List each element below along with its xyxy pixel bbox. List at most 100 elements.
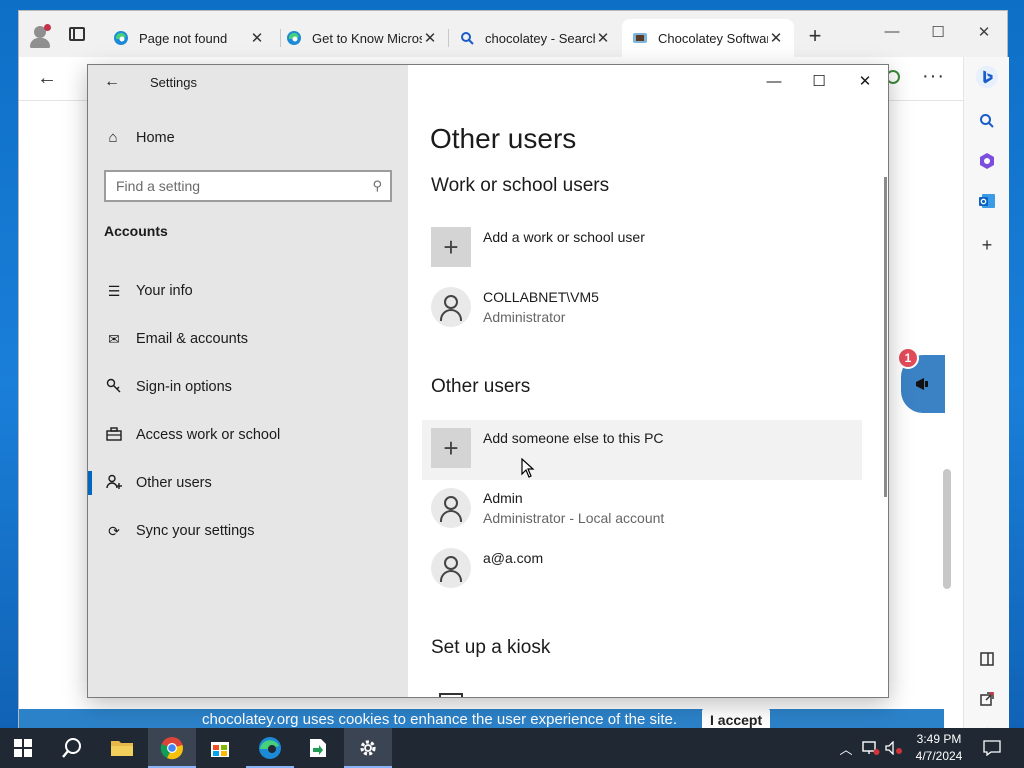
- user-avatar-icon: [431, 287, 471, 327]
- nav-label: Email & accounts: [136, 331, 249, 347]
- nav-other-users[interactable]: Other users: [88, 463, 408, 503]
- tab-get-to-know-microsoft[interactable]: Get to Know Microsoft ✕: [276, 19, 448, 57]
- nav-label: Access work or school: [136, 427, 281, 443]
- chocolatey-icon: [632, 30, 648, 46]
- page-title: Other users: [430, 123, 577, 154]
- close-icon[interactable]: ✕: [969, 23, 999, 41]
- profile-button[interactable]: [27, 23, 53, 49]
- tab-page-not-found[interactable]: Page not found ✕: [103, 19, 275, 57]
- home-link[interactable]: ⌂ Home: [104, 129, 175, 146]
- user-a-a-com[interactable]: a@a.com: [422, 540, 862, 600]
- nav-label: Other users: [136, 475, 212, 491]
- nav-label: Sign-in options: [136, 379, 232, 395]
- close-icon[interactable]: ✕: [847, 71, 883, 93]
- user-name: Admin: [483, 490, 523, 506]
- nav-your-info[interactable]: ☰ Your info: [88, 271, 408, 311]
- folder-icon[interactable]: [98, 728, 146, 768]
- clock-date: 4/7/2024: [915, 749, 963, 763]
- add-icon: +: [431, 428, 471, 468]
- megaphone-icon: [916, 378, 928, 390]
- add-someone-else-button[interactable]: + Add someone else to this PC: [422, 420, 862, 480]
- tab-chocolatey-software[interactable]: Chocolatey Software ✕: [622, 19, 794, 57]
- maximize-icon[interactable]: ☐: [801, 71, 837, 93]
- tab-actions-icon[interactable]: [69, 27, 85, 41]
- close-tab-icon[interactable]: ✕: [422, 29, 438, 47]
- key-icon: [104, 378, 124, 397]
- user-avatar-icon: [431, 548, 471, 588]
- split-screen-icon[interactable]: [975, 647, 999, 671]
- person-list-icon: ☰: [107, 282, 121, 299]
- close-tab-icon[interactable]: ✕: [595, 29, 611, 47]
- close-tab-icon[interactable]: ✕: [768, 29, 784, 47]
- nav-label: Your info: [136, 283, 193, 299]
- tab-title: chocolatey - Search: [485, 30, 595, 46]
- network-icon[interactable]: [860, 728, 882, 768]
- minimize-icon[interactable]: —: [877, 23, 907, 40]
- edge-icon[interactable]: [246, 728, 294, 768]
- add-icon: +: [431, 227, 471, 267]
- notification-center-icon[interactable]: [980, 728, 1004, 768]
- tab-title: Chocolatey Software: [658, 30, 768, 46]
- nav-sign-in-options[interactable]: Sign-in options: [88, 367, 408, 407]
- page-scrollbar-thumb[interactable]: [943, 469, 951, 589]
- minimize-icon[interactable]: —: [756, 71, 792, 93]
- add-work-school-label: Add a work or school user: [483, 229, 645, 245]
- work-school-heading: Work or school users: [431, 175, 610, 196]
- edge-sidebar: + ⚙: [963, 57, 1009, 745]
- briefcase-icon: [104, 426, 124, 444]
- other-users-heading: Other users: [431, 376, 531, 397]
- maximize-icon[interactable]: ☐: [923, 23, 953, 41]
- home-label: Home: [136, 129, 175, 146]
- settings-content-pane: — ☐ ✕ Other users Work or school users +…: [408, 65, 888, 697]
- open-external-icon[interactable]: [975, 687, 999, 711]
- search-input[interactable]: [106, 172, 356, 200]
- show-hidden-icons-chevron-icon[interactable]: ︿: [838, 728, 854, 768]
- notification-badge: 1: [897, 347, 919, 369]
- user-admin[interactable]: Admin Administrator - Local account: [422, 480, 862, 540]
- back-icon[interactable]: ←: [37, 67, 57, 90]
- settings-window: ← Settings ⌂ Home ⚲ Accounts ☰ Your info…: [87, 64, 889, 698]
- nav-sync-settings[interactable]: ⟳ Sync your settings: [88, 511, 408, 551]
- home-icon: ⌂: [108, 129, 118, 146]
- edge-icon: [286, 30, 302, 46]
- new-tab-button[interactable]: +: [804, 25, 826, 47]
- user-role: Administrator - Local account: [483, 510, 665, 526]
- add-person-icon: [104, 474, 124, 493]
- search-icon[interactable]: [975, 109, 999, 133]
- cookie-text: chocolatey.org uses cookies to enhance t…: [202, 711, 678, 728]
- selection-indicator: [88, 471, 92, 495]
- close-tab-icon[interactable]: ✕: [249, 29, 265, 47]
- windows-start-icon[interactable]: [14, 739, 32, 757]
- chrome-icon[interactable]: [148, 728, 196, 768]
- bing-copilot-icon[interactable]: [975, 65, 999, 89]
- collections-icon[interactable]: [975, 149, 999, 173]
- system-clock[interactable]: 3:49 PM 4/7/2024: [903, 731, 975, 765]
- store-icon[interactable]: [196, 728, 244, 768]
- tab-title: Get to Know Microsoft: [312, 30, 422, 46]
- mouse-cursor-icon: [521, 458, 535, 478]
- nav-email-accounts[interactable]: ✉ Email & accounts: [88, 319, 408, 359]
- gear-icon[interactable]: [344, 728, 392, 768]
- window-title: Settings: [150, 75, 197, 90]
- tab-title: Page not found: [139, 30, 228, 46]
- search-icon: ⚲: [372, 178, 382, 193]
- tab-chocolatey-search[interactable]: chocolatey - Search ✕: [449, 19, 621, 57]
- taskbar: ︿ 3:49 PM 4/7/2024: [0, 728, 1024, 768]
- more-options-icon[interactable]: ···: [922, 65, 945, 88]
- settings-scrollbar[interactable]: [884, 177, 887, 497]
- user-name: a@a.com: [483, 550, 544, 566]
- section-heading: Accounts: [104, 223, 168, 239]
- volume-muted-icon[interactable]: [884, 728, 904, 768]
- user-collabnet-vm5[interactable]: COLLABNET\VM5 Administrator: [422, 279, 862, 339]
- back-icon[interactable]: ←: [104, 73, 120, 91]
- outlook-icon[interactable]: [975, 189, 999, 213]
- taskbar-search-icon[interactable]: [48, 728, 96, 768]
- clock-time: 3:49 PM: [916, 732, 962, 746]
- add-work-school-user-button[interactable]: + Add a work or school user: [422, 219, 862, 279]
- nav-label: Sync your settings: [136, 523, 255, 539]
- green-app-icon[interactable]: [294, 728, 342, 768]
- settings-search-box[interactable]: ⚲: [104, 170, 392, 202]
- edge-icon: [113, 30, 129, 46]
- add-icon[interactable]: +: [975, 233, 999, 257]
- nav-access-work-school[interactable]: Access work or school: [88, 415, 408, 455]
